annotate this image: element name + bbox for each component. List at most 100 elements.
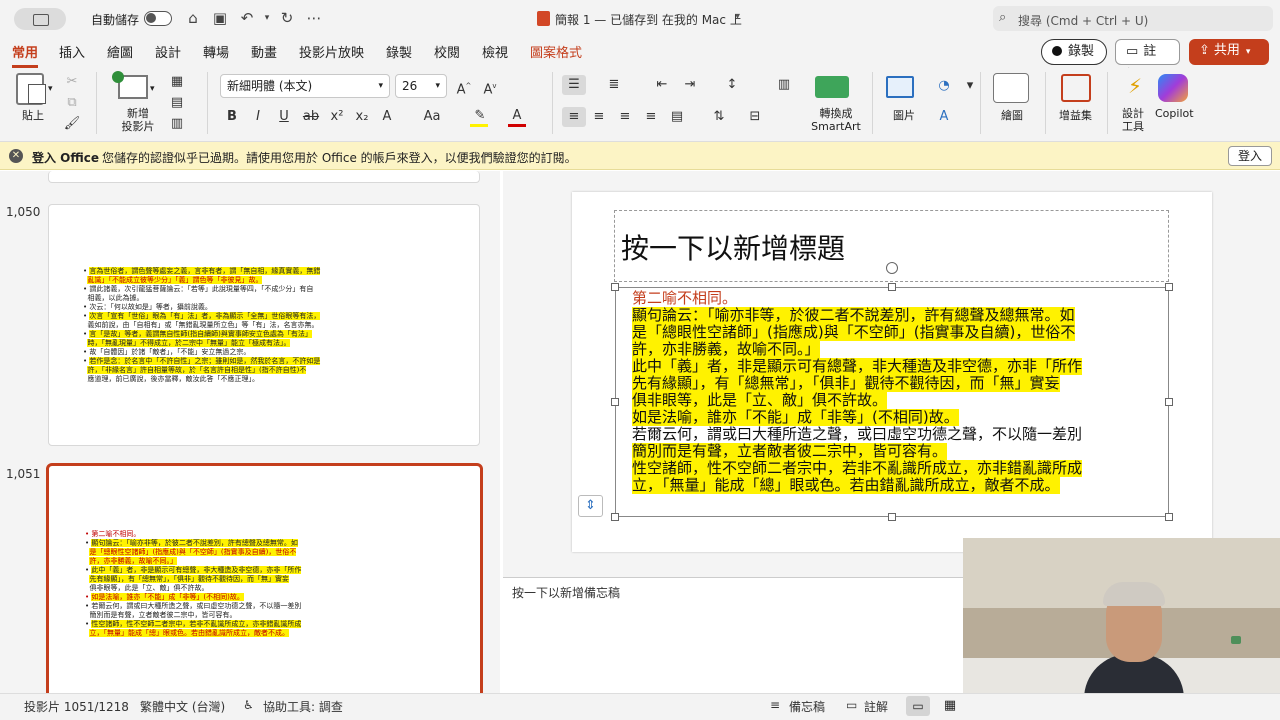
numbering-icon[interactable]: ≣ (604, 75, 624, 95)
underline-icon[interactable]: U (274, 107, 294, 127)
decrease-indent-icon[interactable]: ⇤ (652, 75, 672, 95)
thumb-line: • 故「自體因」於諸「敵者」，「不能」安立無過之宗。 (83, 348, 251, 356)
sidebar-toggle-button[interactable] (14, 8, 66, 30)
bullets-icon[interactable]: ☰ (562, 75, 586, 95)
undo-icon[interactable]: ↶ (238, 9, 256, 27)
comments-button[interactable]: ▭註解 (1115, 39, 1180, 83)
accessibility-status[interactable]: 協助工具: 調查 (263, 698, 343, 715)
arrange-icon[interactable]: ▾ (960, 76, 980, 96)
chevron-down-icon[interactable]: ▾ (150, 84, 155, 94)
copy-icon[interactable]: ⧉ (62, 93, 82, 113)
title-placeholder-text: 按一下以新增標題 (621, 232, 846, 265)
record-button[interactable]: 錄製 (1041, 39, 1107, 65)
slide-thumbnail[interactable]: • 言為世俗者，謂色聲等處妄之義，言非有者，謂「無自相，緣真實義，無錯 亂識」「… (48, 204, 480, 446)
reset-icon[interactable]: ▤ (167, 93, 187, 113)
tab-review[interactable]: 校閱 (434, 42, 460, 61)
line-spacing-icon[interactable]: ↕ (722, 75, 742, 95)
picture-icon[interactable] (886, 76, 914, 98)
notes-icon[interactable]: ≡ (770, 698, 780, 712)
accessibility-icon[interactable]: ♿ (243, 698, 254, 712)
tab-insert[interactable]: 插入 (59, 42, 85, 61)
bold-icon[interactable]: B (222, 107, 242, 127)
tab-transitions[interactable]: 轉場 (203, 42, 229, 61)
align-left-icon[interactable]: ≡ (562, 107, 586, 127)
search-input[interactable]: 搜尋 (Cmd + Ctrl + U) (1018, 12, 1148, 29)
notes-button[interactable]: 備忘稿 (789, 698, 825, 715)
text-effects-icon[interactable]: A (377, 107, 397, 127)
smartart-icon[interactable] (815, 76, 849, 98)
columns-icon[interactable]: ▥ (774, 75, 794, 95)
decrease-font-icon[interactable]: Av (480, 76, 500, 97)
font-name-select[interactable]: 新細明體 (本文) ▾ (220, 74, 390, 98)
tab-design[interactable]: 設計 (155, 42, 181, 61)
notes-placeholder[interactable]: 按一下以新增備忘稿 (512, 584, 620, 601)
draw-icon[interactable] (993, 73, 1029, 103)
thumb-line: 是「總眼性空諸師」(指應成)與「不空師」(指實事及自續)，世俗不 (89, 548, 297, 556)
tab-animations[interactable]: 動畫 (251, 42, 277, 61)
tab-record[interactable]: 錄製 (386, 42, 412, 61)
cut-icon[interactable]: ✂ (62, 72, 82, 92)
paste-label: 貼上 (22, 109, 44, 122)
tab-shape-format[interactable]: 圖案格式 (530, 42, 582, 61)
resize-handle[interactable] (1165, 513, 1173, 521)
save-icon[interactable]: ▣ (211, 9, 229, 27)
increase-font-icon[interactable]: A^ (454, 76, 474, 97)
justify-icon[interactable]: ≡ (641, 107, 661, 127)
distributed-icon[interactable]: ▤ (667, 107, 687, 127)
document-title[interactable]: 簡報 1 — 已儲存到 在我的 Mac 上 (555, 11, 742, 28)
highlighter-icon[interactable]: ✎ (470, 106, 490, 126)
home-icon[interactable]: ⌂ (184, 9, 202, 27)
share-button[interactable]: ⇪ 共用 ▾ (1189, 39, 1269, 65)
shapes-icon[interactable]: ◔ (934, 76, 954, 96)
subscript-icon[interactable]: x₂ (352, 107, 372, 127)
text-direction-icon[interactable]: ⇅ (709, 107, 729, 127)
slide-number: 1,051 (6, 467, 41, 481)
resize-handle[interactable] (611, 283, 619, 291)
italic-icon[interactable]: I (248, 107, 268, 127)
ribbon-divider (552, 72, 553, 134)
tab-home[interactable]: 常用 (12, 42, 39, 68)
copilot-icon[interactable] (1158, 74, 1188, 102)
tab-draw[interactable]: 繪圖 (107, 42, 133, 61)
comment-icon[interactable]: ▭ (846, 698, 857, 712)
autofit-options-icon[interactable]: ⇕ (578, 495, 603, 517)
chevron-down-icon[interactable]: ▾ (735, 11, 740, 22)
slide-thumbnail-selected[interactable]: • 第二喻不相同。 • 顯句論云：「喻亦非等，於彼二者不說差別，許有總聲及總無常… (46, 463, 483, 703)
strikethrough-icon[interactable]: ab (301, 107, 321, 127)
undo-dropdown-icon[interactable]: ▾ (258, 9, 276, 27)
comments-status-button[interactable]: 註解 (864, 698, 888, 715)
resize-handle[interactable] (1165, 398, 1173, 406)
format-painter-icon[interactable]: 🖌 (62, 114, 82, 134)
tab-slideshow[interactable]: 投影片放映 (299, 42, 364, 61)
resize-handle[interactable] (611, 513, 619, 521)
tab-view[interactable]: 檢視 (482, 42, 508, 61)
slide-thumbnail-previous[interactable] (48, 171, 480, 183)
design-tools-icon[interactable]: ⚡ (1122, 76, 1148, 102)
increase-indent-icon[interactable]: ⇥ (680, 75, 700, 95)
align-center-icon[interactable]: ≡ (589, 107, 609, 127)
section-icon[interactable]: ▥ (167, 114, 187, 134)
resize-handle[interactable] (1165, 283, 1173, 291)
chevron-down-icon[interactable]: ▾ (48, 84, 53, 94)
resize-handle[interactable] (611, 398, 619, 406)
language-status[interactable]: 繁體中文 (台灣) (140, 698, 225, 715)
normal-view-icon[interactable]: ▭ (906, 696, 930, 716)
addins-icon[interactable] (1061, 74, 1091, 102)
slide-sorter-icon[interactable]: ▦ (940, 696, 960, 716)
align-text-icon[interactable]: ⊟ (745, 107, 765, 127)
resize-handle[interactable] (888, 513, 896, 521)
superscript-icon[interactable]: x² (327, 107, 347, 127)
powerpoint-doc-icon (537, 11, 550, 26)
close-icon[interactable]: ✕ (9, 149, 23, 163)
more-icon[interactable]: ⋯ (305, 9, 323, 27)
rotate-handle-icon[interactable] (886, 262, 898, 274)
align-right-icon[interactable]: ≡ (615, 107, 635, 127)
font-size-select[interactable]: 26 ▾ (395, 74, 447, 98)
change-case-icon[interactable]: Aa (418, 107, 446, 127)
textbox-icon[interactable]: A (934, 107, 954, 127)
sign-in-button[interactable]: 登入 (1228, 146, 1272, 166)
layout-icon[interactable]: ▦ (167, 72, 187, 92)
autosave-toggle[interactable] (144, 11, 172, 26)
font-color-icon[interactable]: A (507, 106, 527, 126)
redo-icon[interactable]: ↻ (278, 9, 296, 27)
